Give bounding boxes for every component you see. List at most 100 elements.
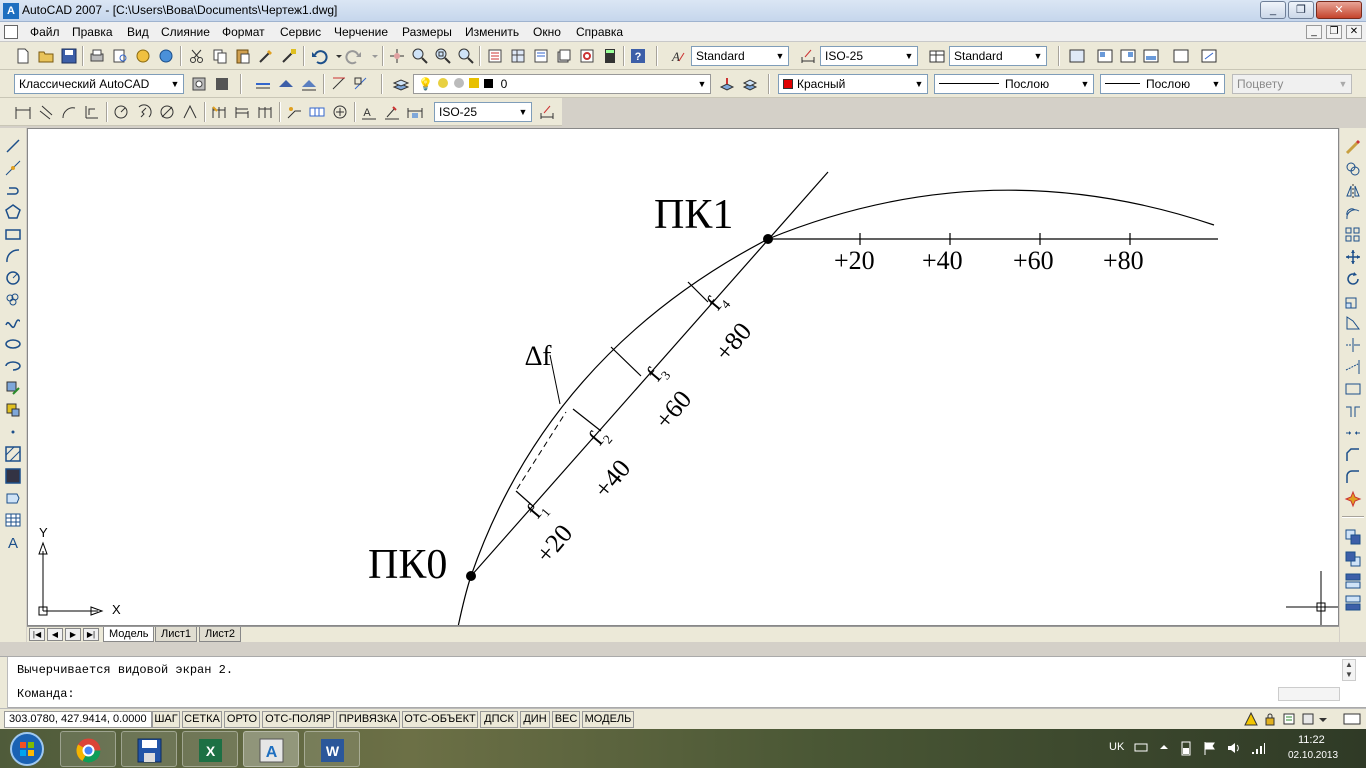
chamfer-icon[interactable] bbox=[1344, 446, 1362, 464]
draw-order-above-icon[interactable] bbox=[1344, 572, 1362, 590]
break-at-point-icon[interactable] bbox=[1344, 380, 1362, 398]
zoom-previous-icon[interactable] bbox=[457, 47, 475, 65]
array-icon[interactable] bbox=[1344, 226, 1362, 244]
last-tab-button[interactable]: ▶| bbox=[83, 628, 99, 641]
toggle-otrack[interactable]: ОТС-ОБЪЕКТ bbox=[402, 711, 478, 728]
rectangle-icon[interactable] bbox=[4, 225, 22, 243]
dimension-style-icon[interactable] bbox=[538, 103, 556, 121]
command-scroll-horizontal[interactable] bbox=[1278, 687, 1340, 701]
layer-icon-3[interactable] bbox=[300, 75, 318, 93]
table-style-icon[interactable] bbox=[928, 47, 946, 65]
new-file-icon[interactable] bbox=[14, 47, 32, 65]
make-current-layer-icon[interactable] bbox=[718, 75, 736, 93]
toggle-model[interactable]: МОДЕЛЬ bbox=[582, 711, 634, 728]
sheet-set-icon[interactable] bbox=[555, 47, 573, 65]
ellipse-arc-icon[interactable] bbox=[4, 357, 22, 375]
gradient-icon[interactable] bbox=[4, 467, 22, 485]
draw-order-under-icon[interactable] bbox=[1344, 594, 1362, 612]
3d-dwf-icon[interactable] bbox=[157, 47, 175, 65]
viewport-icon[interactable] bbox=[1068, 47, 1086, 65]
command-prompt[interactable]: Команда: bbox=[17, 687, 75, 701]
linetype-combo[interactable]: Послою ▼ bbox=[934, 74, 1094, 94]
revision-cloud-icon[interactable] bbox=[4, 291, 22, 309]
communication-center-icon[interactable] bbox=[1244, 712, 1258, 726]
extend-icon[interactable] bbox=[1344, 358, 1362, 376]
draw-order-back-icon[interactable] bbox=[1344, 550, 1362, 568]
design-center-icon[interactable] bbox=[509, 47, 527, 65]
plot-preview-icon[interactable] bbox=[111, 47, 129, 65]
menu-dimension[interactable]: Размеры bbox=[402, 25, 452, 39]
toggle-polar[interactable]: ОТС-ПОЛЯР bbox=[262, 711, 334, 728]
open-file-icon[interactable] bbox=[37, 47, 55, 65]
text-style-combo[interactable]: Standard ▼ bbox=[691, 46, 789, 66]
menu-file[interactable]: Файл bbox=[30, 25, 60, 39]
clock-date[interactable]: 02.10.2013 bbox=[1288, 750, 1338, 761]
match-properties-icon[interactable] bbox=[257, 47, 275, 65]
multiline-text-icon[interactable]: A bbox=[4, 533, 22, 551]
text-style-icon[interactable]: A bbox=[668, 47, 686, 65]
redo-dropdown-icon[interactable] bbox=[366, 47, 378, 65]
quick-leader-icon[interactable] bbox=[285, 103, 303, 121]
volume-icon[interactable] bbox=[1226, 740, 1242, 756]
diameter-dimension-icon[interactable] bbox=[158, 103, 176, 121]
network-signal-icon[interactable] bbox=[1250, 740, 1266, 756]
fillet-icon[interactable] bbox=[1344, 468, 1362, 486]
workspace-save-icon[interactable] bbox=[213, 75, 231, 93]
taskbar-autocad[interactable]: A bbox=[243, 731, 299, 767]
table-icon[interactable] bbox=[4, 511, 22, 529]
dimension-text-edit-icon[interactable] bbox=[383, 103, 401, 121]
layer-icon-2[interactable] bbox=[277, 75, 295, 93]
scale-icon[interactable] bbox=[1344, 292, 1362, 310]
angular-dimension-icon[interactable] bbox=[181, 103, 199, 121]
prev-tab-button[interactable]: ◀ bbox=[47, 628, 63, 641]
publish-icon[interactable] bbox=[134, 47, 152, 65]
workspace-settings-icon[interactable] bbox=[190, 75, 208, 93]
action-center-flag-icon[interactable] bbox=[1202, 740, 1218, 756]
command-window-grip[interactable] bbox=[0, 657, 8, 709]
clock-time[interactable]: 11:22 bbox=[1298, 734, 1325, 746]
dimension-style-combo[interactable]: ISO-25 ▼ bbox=[434, 102, 532, 122]
move-icon[interactable] bbox=[1344, 248, 1362, 266]
line-icon[interactable] bbox=[4, 137, 22, 155]
menu-modify[interactable]: Изменить bbox=[465, 25, 519, 39]
tab-sheet2[interactable]: Лист2 bbox=[199, 627, 242, 642]
copy-object-icon[interactable] bbox=[1344, 160, 1362, 178]
polyline-icon[interactable] bbox=[4, 181, 22, 199]
layout-icon-4[interactable] bbox=[1172, 47, 1190, 65]
layout-icon-2[interactable] bbox=[1119, 47, 1137, 65]
calculator-icon[interactable] bbox=[601, 47, 619, 65]
insert-block-icon[interactable] bbox=[4, 379, 22, 397]
circle-icon[interactable] bbox=[4, 269, 22, 287]
undo-icon[interactable] bbox=[310, 47, 328, 65]
toggle-ortho[interactable]: ОРТО bbox=[224, 711, 260, 728]
center-mark-icon[interactable] bbox=[331, 103, 349, 121]
hatch-icon[interactable] bbox=[4, 445, 22, 463]
tab-sheet1[interactable]: Лист1 bbox=[155, 627, 198, 642]
menu-edit[interactable]: Правка bbox=[72, 25, 113, 39]
save-icon[interactable] bbox=[60, 47, 78, 65]
menu-help[interactable]: Справка bbox=[576, 25, 623, 39]
windows-start-icon[interactable] bbox=[2, 730, 52, 768]
drawing-area[interactable]: ПК1 ПК0 +20 +40 +60 +80 +20 +40 +60 +80 … bbox=[27, 128, 1339, 626]
properties-icon[interactable] bbox=[486, 47, 504, 65]
print-icon[interactable] bbox=[88, 47, 106, 65]
layout-icon-1[interactable] bbox=[1096, 47, 1114, 65]
taskbar-chrome[interactable] bbox=[60, 731, 116, 767]
menu-view[interactable]: Вид bbox=[127, 25, 149, 39]
toggle-osnap[interactable]: ПРИВЯЗКА bbox=[336, 711, 400, 728]
tool-palettes-icon[interactable] bbox=[532, 47, 550, 65]
taskbar-excel[interactable]: X bbox=[182, 731, 238, 767]
tray-settings-icon[interactable] bbox=[1282, 712, 1296, 726]
menu-tools[interactable]: Сервис bbox=[280, 25, 321, 39]
region-icon[interactable] bbox=[4, 489, 22, 507]
annotation-icon[interactable] bbox=[1301, 712, 1315, 726]
construction-line-icon[interactable] bbox=[4, 159, 22, 177]
next-tab-button[interactable]: ▶ bbox=[65, 628, 81, 641]
baseline-dimension-icon[interactable] bbox=[233, 103, 251, 121]
redo-icon[interactable] bbox=[345, 47, 363, 65]
restore-button[interactable]: ❐ bbox=[1288, 1, 1314, 19]
toggle-ducs[interactable]: ДПСК bbox=[480, 711, 518, 728]
erase-icon[interactable] bbox=[1344, 138, 1362, 156]
arc-icon[interactable] bbox=[4, 247, 22, 265]
battery-icon[interactable] bbox=[1180, 740, 1192, 756]
